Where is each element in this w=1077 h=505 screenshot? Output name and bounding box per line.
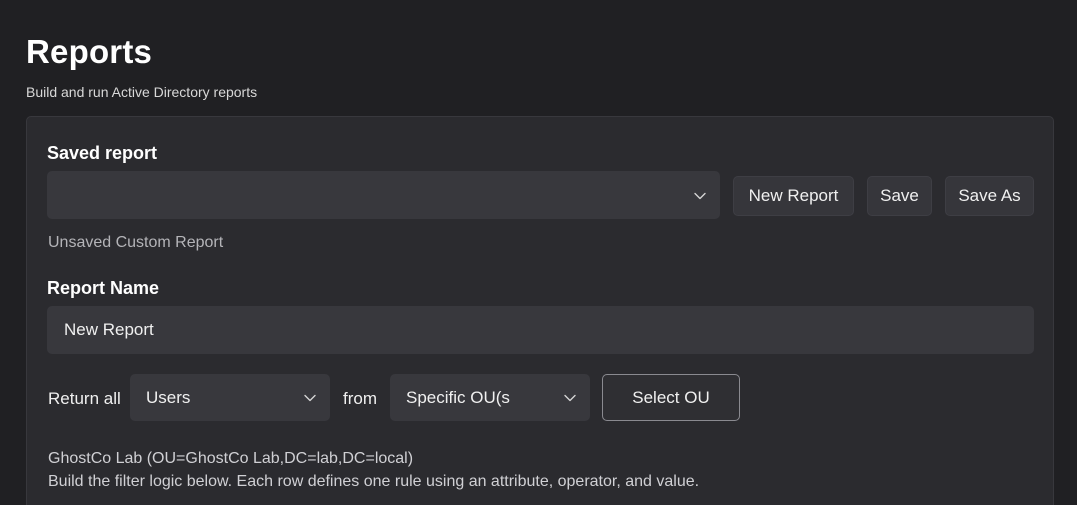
report-name-input[interactable]: New Report [47,306,1034,354]
return-all-label: Return all [48,389,121,408]
page-subtitle: Build and run Active Directory reports [26,84,258,100]
chevron-down-icon [304,394,316,402]
object-type-value: Users [146,387,191,407]
scope-value: Specific OU(s [406,387,510,407]
from-label: from [343,389,377,408]
save-as-button[interactable]: Save As [945,176,1034,216]
chevron-down-icon [694,192,706,200]
new-report-button[interactable]: New Report [733,176,854,216]
filter-help-text: Build the filter logic below. Each row d… [48,473,700,490]
saved-report-label: Saved report [47,143,158,163]
select-ou-button[interactable]: Select OU [602,374,740,421]
selected-ou-text: GhostCo Lab (OU=GhostCo Lab,DC=lab,DC=lo… [48,450,414,467]
object-type-select[interactable]: Users [130,374,330,421]
report-builder-card: Saved report New Report Save Save As Uns… [26,116,1054,505]
page-title: Reports [26,33,153,70]
report-status-text: Unsaved Custom Report [48,234,224,251]
saved-report-select[interactable] [47,171,720,219]
report-name-label: Report Name [47,278,160,298]
reports-page: Reports Build and run Active Directory r… [0,0,1077,505]
scope-select[interactable]: Specific OU(s [390,374,590,421]
save-button[interactable]: Save [867,176,932,216]
chevron-down-icon [564,394,576,402]
